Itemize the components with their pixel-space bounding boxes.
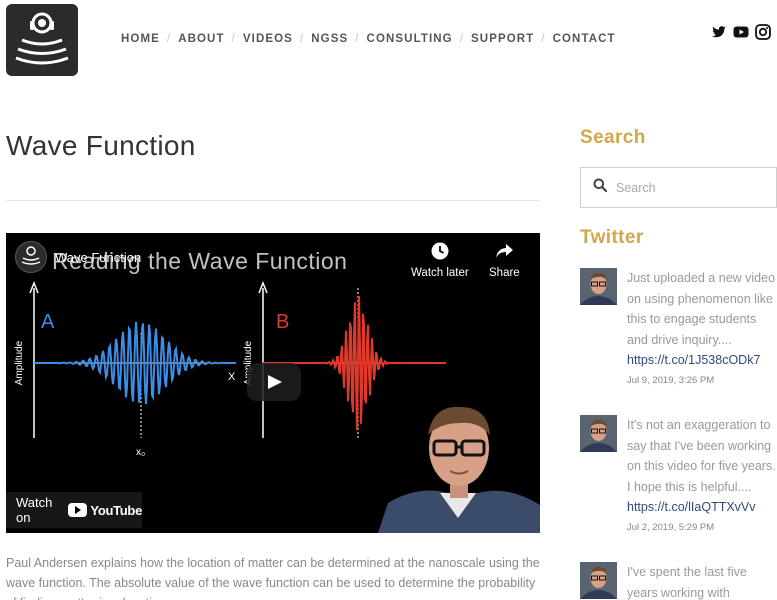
nav-support[interactable]: SUPPORT	[471, 33, 534, 45]
search-input[interactable]	[616, 180, 766, 195]
axis-label-x: X	[228, 371, 236, 383]
nav-videos[interactable]: VIDEOS	[243, 33, 293, 45]
channel-avatar[interactable]	[15, 241, 47, 273]
twitter-icon[interactable]	[711, 24, 727, 40]
watch-later-button[interactable]: Watch later	[411, 241, 469, 279]
search-widget-title: Search	[580, 127, 646, 148]
tweet-avatar[interactable]	[580, 562, 617, 599]
video-header: Wave Function	[15, 241, 141, 273]
wave-a	[34, 321, 236, 405]
nav-about[interactable]: ABOUT	[178, 33, 224, 45]
presenter-image	[378, 393, 540, 533]
tweet-link[interactable]: https://t.co/1J538cODk7	[627, 350, 777, 371]
video-title[interactable]: Wave Function	[55, 250, 141, 265]
search-field[interactable]	[580, 167, 777, 208]
site-logo[interactable]	[6, 4, 78, 76]
youtube-logo-text: YouTube	[90, 502, 142, 518]
tweet-avatar[interactable]	[580, 415, 617, 452]
tweet-body: Just uploaded a new video on using pheno…	[627, 271, 776, 347]
tweet-text: I've spent the last five years working w…	[627, 562, 777, 600]
main-nav: HOME / ABOUT / VIDEOS / NGSS / CONSULTING / S…	[121, 33, 616, 45]
tweet-link[interactable]: https://t.co/lIaQTTXvVv	[627, 497, 777, 518]
page-title: Wave Function	[6, 130, 196, 161]
nav-contact[interactable]: CONTACT	[553, 33, 616, 45]
tweet-body: I've spent the last five years working w…	[627, 565, 747, 600]
share-label: Share	[489, 267, 520, 279]
tweet-text: Just uploaded a new video on using pheno…	[627, 268, 777, 389]
tweet-date[interactable]: Jul 2, 2019, 5:29 PM	[627, 520, 777, 536]
tweet-body: It's not an exaggeration to say that I'v…	[627, 418, 776, 494]
tweet-text: It's not an exaggeration to say that I'v…	[627, 415, 777, 536]
axis-label-x0-a: x₀	[136, 447, 145, 458]
twitter-widget-title: Twitter	[580, 227, 644, 248]
instagram-icon[interactable]	[755, 24, 771, 40]
share-button[interactable]: Share	[489, 241, 520, 279]
video-embed[interactable]: Amplitude A X x₀ Amplitude B Reading the…	[6, 233, 540, 533]
play-button[interactable]	[247, 363, 301, 401]
nav-home[interactable]: HOME	[121, 33, 160, 45]
panel-label-a: A	[41, 311, 55, 333]
watch-on-youtube-button[interactable]: Watch on YouTube	[6, 492, 142, 528]
social-links	[711, 24, 771, 40]
youtube-icon[interactable]	[733, 24, 749, 40]
nav-ngss[interactable]: NGSS	[311, 33, 348, 45]
search-icon	[593, 178, 608, 197]
tweet-avatar[interactable]	[580, 268, 617, 305]
nav-consulting[interactable]: CONSULTING	[367, 33, 453, 45]
watch-later-label: Watch later	[411, 267, 469, 279]
share-icon	[494, 241, 514, 261]
panel-label-b: B	[276, 311, 289, 333]
clock-icon	[430, 241, 450, 261]
tweet-date[interactable]: Jul 9, 2019, 3:26 PM	[627, 373, 777, 389]
page-description: Paul Andersen explains how the location …	[6, 556, 540, 600]
youtube-logo-icon: YouTube	[68, 503, 142, 518]
axis-label-amplitude-a: Amplitude	[14, 340, 25, 385]
title-divider	[6, 200, 540, 201]
watch-on-label: Watch on	[16, 495, 53, 525]
